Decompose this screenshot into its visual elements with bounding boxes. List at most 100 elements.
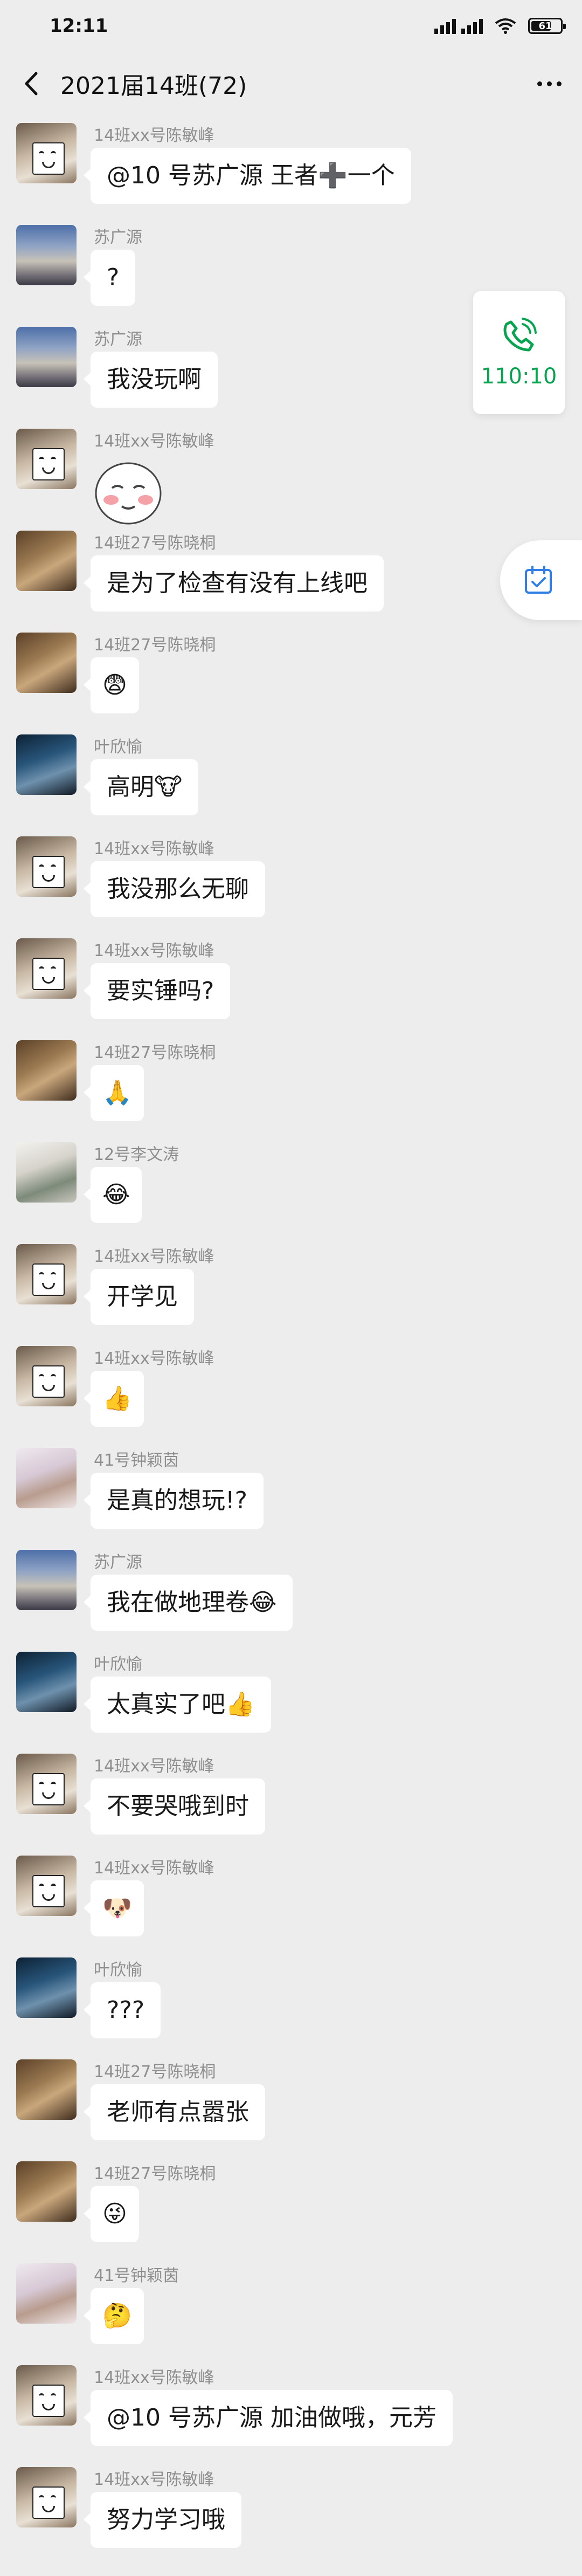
message-bubble[interactable]: 是真的想玩!? <box>84 1473 264 1529</box>
sender-name: 14班xx号陈敏峰 <box>94 840 214 858</box>
message-bubble[interactable]: 太真实了吧👍 <box>84 1677 271 1733</box>
calendar-check-icon <box>525 566 552 594</box>
avatar[interactable] <box>16 2161 77 2222</box>
avatar[interactable] <box>16 429 77 489</box>
avatar[interactable] <box>16 1142 77 1203</box>
sender-name: 苏广源 <box>94 228 142 247</box>
avatar[interactable] <box>16 2059 77 2120</box>
message-bubble[interactable]: 🐶 <box>84 1880 144 1936</box>
message-item: 14班27号陈晓桐是为了检查有没有上线吧 <box>0 523 582 625</box>
message-bubble[interactable]: 😂 <box>83 1167 142 1223</box>
message-bubble[interactable]: 😜 <box>84 2186 139 2242</box>
message-item: 14班xx号陈敏峰 👍 <box>0 1338 582 1440</box>
message-item: 叶欣愉高明🐮 <box>0 727 582 829</box>
reminder-float-button[interactable] <box>500 540 582 620</box>
message-bubble[interactable]: 努力学习哦 <box>84 2492 241 2548</box>
chat-header: 2021届14班(72) <box>0 52 582 115</box>
message-list[interactable]: 14班xx号陈敏峰 @10 号苏广源 王者➕一个 苏广源? 苏广源 我没玩啊 14班… <box>0 115 582 2561</box>
avatar[interactable] <box>16 2365 77 2426</box>
sender-name: 14班xx号陈敏峰 <box>94 1247 214 1266</box>
avatar[interactable] <box>16 2263 77 2324</box>
message-item: 41号钟颖茵 🤔 <box>0 2256 582 2358</box>
message-item: 14班xx号陈敏峰开学见 <box>0 1237 582 1338</box>
avatar[interactable] <box>16 1346 77 1406</box>
avatar[interactable] <box>16 2467 77 2527</box>
chat-title: 2021届14班(72) <box>60 72 247 100</box>
phone-icon <box>503 318 537 352</box>
avatar[interactable] <box>16 633 77 693</box>
signal-icon <box>434 18 483 34</box>
message-bubble[interactable]: 我没玩啊 <box>84 352 218 408</box>
avatar[interactable] <box>16 1244 77 1304</box>
sender-name: 14班xx号陈敏峰 <box>94 2470 214 2489</box>
message-bubble[interactable]: 我没那么无聊 <box>84 861 265 917</box>
battery-level: 61 <box>538 20 552 32</box>
message-bubble[interactable]: 🤔 <box>84 2288 144 2344</box>
blushing-face-sticker[interactable] <box>91 454 166 529</box>
message-bubble[interactable]: @10 号苏广源 王者➕一个 <box>84 148 411 204</box>
avatar[interactable] <box>16 1957 77 2018</box>
sender-name: 41号钟颖茵 <box>94 1451 179 1470</box>
status-icons: 61 <box>434 18 566 34</box>
avatar[interactable] <box>16 1856 77 1916</box>
message-item: 叶欣愉??? <box>0 1950 582 2052</box>
message-item: 14班xx号陈敏峰 @10 号苏广源 王者➕一个 <box>0 115 582 217</box>
message-item: 14班xx号陈敏峰 不要哭哦到时 <box>0 1746 582 1848</box>
message-item: 14班xx号陈敏峰 <box>0 421 582 525</box>
avatar[interactable] <box>16 123 77 183</box>
sender-name: 14班27号陈晓桐 <box>94 534 216 553</box>
message-bubble[interactable]: 是为了检查有没有上线吧 <box>84 555 384 612</box>
avatar[interactable] <box>16 327 77 387</box>
sender-name: 苏广源 <box>94 330 142 349</box>
message-item: 叶欣愉太真实了吧👍 <box>0 1644 582 1746</box>
sender-name: 14班xx号陈敏峰 <box>94 1859 214 1878</box>
more-options-icon[interactable] <box>533 71 566 97</box>
message-bubble[interactable]: @10 号苏广源 加油做哦，元芳 <box>84 2390 453 2446</box>
message-item: 41号钟颖茵是真的想玩!? <box>0 1440 582 1542</box>
message-item: 14班xx号陈敏峰 🐶 <box>0 1848 582 1950</box>
avatar[interactable] <box>16 1652 77 1712</box>
avatar[interactable] <box>16 531 77 591</box>
back-icon[interactable] <box>16 68 46 99</box>
message-bubble[interactable]: 🙏 <box>84 1065 144 1121</box>
wifi-icon <box>495 18 516 34</box>
message-item: 14班27号陈晓桐 🙏 <box>0 1033 582 1135</box>
sender-name: 苏广源 <box>94 1553 142 1572</box>
sender-name: 14班xx号陈敏峰 <box>94 126 214 145</box>
battery-icon: 61 <box>528 18 566 34</box>
status-time: 12:11 <box>50 15 108 37</box>
voice-call-float-window[interactable]: 110:10 <box>473 291 565 414</box>
message-bubble[interactable]: 开学见 <box>84 1269 194 1325</box>
message-bubble[interactable]: 👍 <box>84 1371 144 1427</box>
message-bubble[interactable]: ? <box>83 250 136 306</box>
message-bubble[interactable]: 老师有点嚣张 <box>84 2084 265 2140</box>
message-item: 14班27号陈晓桐 😜 <box>0 2154 582 2256</box>
sender-name: 14班27号陈晓桐 <box>94 636 216 655</box>
avatar[interactable] <box>16 734 77 795</box>
message-bubble[interactable]: 要实锤吗? <box>83 963 231 1019</box>
avatar[interactable] <box>16 938 77 999</box>
message-item: 14班27号陈晓桐 😨 <box>0 625 582 727</box>
message-bubble[interactable]: 高明🐮 <box>83 759 199 815</box>
call-duration: 110:10 <box>481 364 557 389</box>
message-bubble[interactable]: 我在做地理卷😂 <box>83 1575 293 1631</box>
message-bubble[interactable]: 不要哭哦到时 <box>84 1778 265 1835</box>
avatar[interactable] <box>16 836 77 897</box>
sender-name: 叶欣愉 <box>94 738 142 757</box>
message-item: 14班xx号陈敏峰 要实锤吗? <box>0 931 582 1033</box>
message-bubble[interactable]: 😨 <box>84 657 139 713</box>
avatar[interactable] <box>16 1550 77 1610</box>
avatar[interactable] <box>16 1754 77 1814</box>
avatar[interactable] <box>16 1040 77 1101</box>
sender-name: 12号李文涛 <box>94 1145 179 1164</box>
sender-name: 14班27号陈晓桐 <box>94 2063 216 2082</box>
sender-name: 14班27号陈晓桐 <box>94 2165 216 2183</box>
sender-name: 14班27号陈晓桐 <box>94 1043 216 1062</box>
avatar[interactable] <box>16 225 77 285</box>
avatar[interactable] <box>16 1448 77 1508</box>
sender-name: 14班xx号陈敏峰 <box>94 432 214 451</box>
message-item: 14班xx号陈敏峰努力学习哦 <box>0 2460 582 2561</box>
sender-name: 叶欣愉 <box>94 1655 142 1674</box>
message-bubble[interactable]: ??? <box>83 1982 161 2038</box>
status-bar: 12:11 61 <box>0 0 582 52</box>
